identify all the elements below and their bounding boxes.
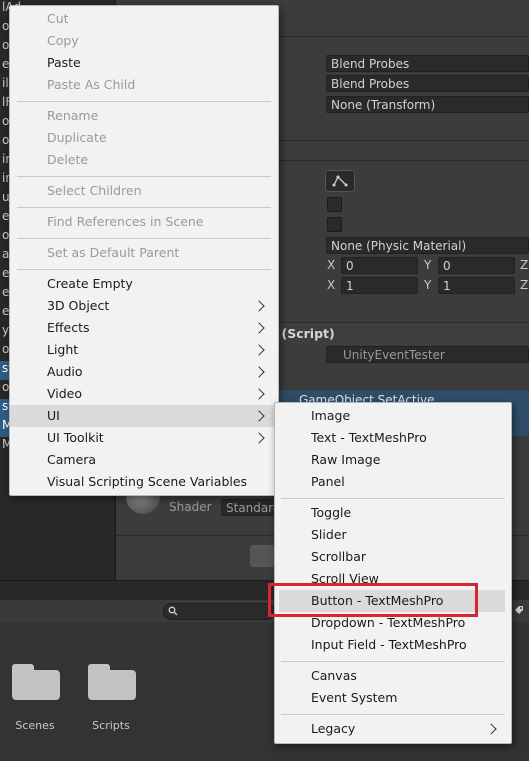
provides-contacts-checkbox[interactable]	[327, 217, 342, 232]
size-y-label: Y	[424, 278, 432, 292]
search-input[interactable]	[163, 603, 275, 620]
offset-x-label: X	[327, 258, 336, 272]
menu-separator	[17, 238, 271, 239]
chevron-right-icon	[253, 410, 265, 422]
menu-item-camera[interactable]: Camera	[10, 449, 278, 471]
menu-separator	[281, 498, 505, 499]
menu-item-set-default-parent[interactable]: Set as Default Parent	[10, 242, 278, 264]
menu-item-ui-toolkit[interactable]: UI Toolkit	[10, 427, 278, 449]
tag-icon[interactable]	[513, 604, 525, 616]
menu-item-delete[interactable]: Delete	[10, 149, 278, 171]
menu-separator	[17, 207, 271, 208]
is-trigger-checkbox[interactable]	[327, 197, 342, 212]
chevron-right-icon	[253, 366, 265, 378]
submenu-item-scrollbar[interactable]: Scrollbar	[275, 546, 511, 568]
search-icon	[168, 606, 178, 616]
folder-icon[interactable]	[12, 664, 60, 700]
folder-label: Scripts	[92, 719, 130, 732]
chevron-right-icon	[253, 432, 265, 444]
menu-item-duplicate[interactable]: Duplicate	[10, 127, 278, 149]
menu-separator	[17, 176, 271, 177]
submenu-item-toggle[interactable]: Toggle	[275, 502, 511, 524]
menu-item-effects[interactable]: Effects	[10, 317, 278, 339]
edit-collider-button[interactable]	[325, 170, 355, 192]
menu-separator	[17, 269, 271, 270]
light-probes-field[interactable]: Blend Probes	[326, 55, 529, 72]
submenu-item-event-system[interactable]: Event System	[275, 687, 511, 709]
chevron-right-icon	[485, 723, 497, 735]
highlight-annotation-box	[268, 583, 478, 617]
size-x-field[interactable]: 1	[341, 277, 418, 294]
menu-item-audio[interactable]: Audio	[10, 361, 278, 383]
offset-y-label: Y	[424, 258, 432, 272]
menu-item-cut[interactable]: Cut	[10, 8, 278, 30]
size-z-label: Z	[520, 278, 529, 292]
menu-item-copy[interactable]: Copy	[10, 30, 278, 52]
menu-separator	[281, 714, 505, 715]
menu-item-visual-scripting-variables[interactable]: Visual Scripting Scene Variables	[10, 471, 278, 493]
submenu-item-image[interactable]: Image	[275, 405, 511, 427]
offset-y-field[interactable]: 0	[438, 257, 515, 274]
menu-item-video[interactable]: Video	[10, 383, 278, 405]
submenu-item-raw-image[interactable]: Raw Image	[275, 449, 511, 471]
submenu-item-slider[interactable]: Slider	[275, 524, 511, 546]
menu-item-light[interactable]: Light	[10, 339, 278, 361]
size-x-label: X	[327, 278, 336, 292]
material-field[interactable]: None (Physic Material)	[326, 237, 529, 254]
edit-collider-icon	[332, 175, 348, 187]
folder-label: Scenes	[15, 719, 55, 732]
chevron-right-icon	[253, 388, 265, 400]
menu-item-select-children[interactable]: Select Children	[10, 180, 278, 202]
submenu-item-legacy[interactable]: Legacy	[275, 718, 511, 740]
shader-label: Shader	[169, 500, 212, 514]
submenu-item-panel[interactable]: Panel	[275, 471, 511, 493]
submenu-item-input-field-tmp[interactable]: Input Field - TextMeshPro	[275, 634, 511, 656]
offset-z-label: Z	[520, 258, 529, 272]
component-title: r (Script)	[271, 326, 335, 341]
menu-item-paste-as-child[interactable]: Paste As Child	[10, 74, 278, 96]
ui-submenu: Image Text - TextMeshPro Raw Image Panel…	[274, 402, 512, 744]
script-field: UnityEventTester	[326, 346, 529, 363]
menu-separator	[17, 101, 271, 102]
chevron-right-icon	[253, 344, 265, 356]
menu-item-ui[interactable]: UI	[10, 405, 278, 427]
size-y-field[interactable]: 1	[438, 277, 515, 294]
menu-separator	[281, 661, 505, 662]
folder-icon[interactable]	[88, 664, 136, 700]
hierarchy-context-menu: Cut Copy Paste Paste As Child Rename Dup…	[9, 5, 279, 496]
chevron-right-icon	[253, 300, 265, 312]
submenu-item-text-tmp[interactable]: Text - TextMeshPro	[275, 427, 511, 449]
menu-item-paste[interactable]: Paste	[10, 52, 278, 74]
menu-item-find-references[interactable]: Find References in Scene	[10, 211, 278, 233]
menu-item-create-empty[interactable]: Create Empty	[10, 273, 278, 295]
anchor-override-field[interactable]: None (Transform)	[326, 96, 529, 113]
menu-item-rename[interactable]: Rename	[10, 105, 278, 127]
add-component-button[interactable]	[250, 545, 276, 567]
reflection-probes-field[interactable]: Blend Probes	[326, 75, 529, 92]
submenu-item-canvas[interactable]: Canvas	[275, 665, 511, 687]
menu-item-3d-object[interactable]: 3D Object	[10, 295, 278, 317]
chevron-right-icon	[253, 322, 265, 334]
offset-x-field[interactable]: 0	[341, 257, 418, 274]
